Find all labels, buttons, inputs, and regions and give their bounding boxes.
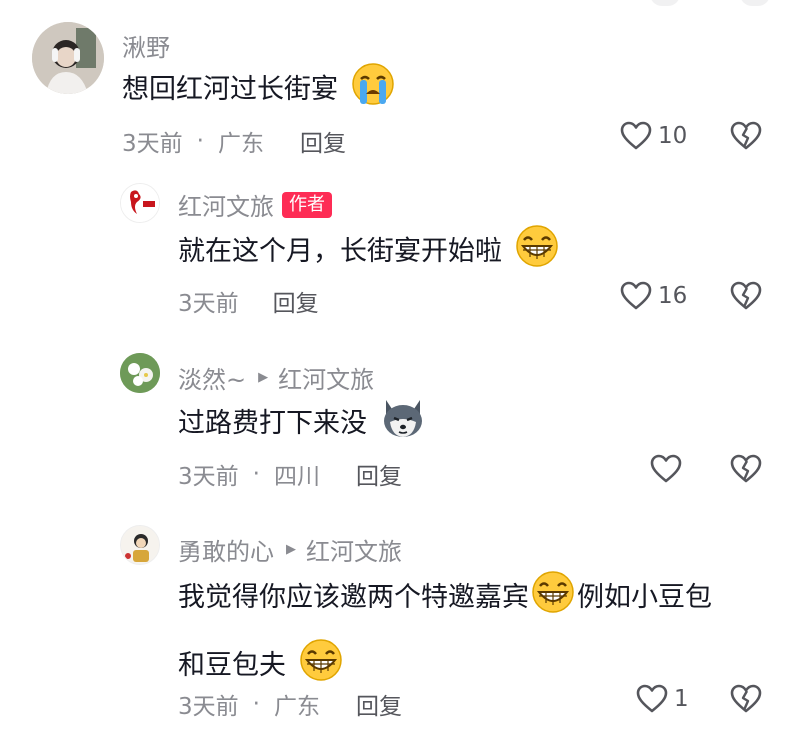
author-badge: 作者 [282,191,332,218]
comment-text: 想回红河过长街宴 [122,62,395,122]
comment-username: 红河文旅 作者 [178,187,332,222]
reply-button[interactable]: 回复 [300,124,346,158]
comment-text: 我觉得你应该邀两个特邀嘉宾 例如小豆包 和豆包夫 [178,570,778,698]
comment-time: 3天前 [178,694,239,720]
broken-heart-icon [730,684,762,713]
comment-text: 过路费打下来没 [178,396,426,456]
dislike-button[interactable] [730,121,762,155]
comment-location: 广东 [217,131,264,157]
reply-username[interactable]: 淡然~ [178,360,246,395]
crying-face-icon [351,62,395,122]
avatar[interactable] [120,183,160,223]
partial-top-button [650,0,680,6]
comment-text-body: 和豆包夫 [178,650,286,681]
like-button[interactable] [650,454,682,484]
honghe-logo-icon [121,184,159,222]
comment-meta: 3天前 回复 [178,284,319,318]
comment-meta: 3天前 · 广东 回复 [122,124,346,158]
like-count: 10 [658,123,688,149]
comment-meta: 3天前 · 广东 回复 [178,687,402,721]
cartoon-avatar-icon [121,526,159,564]
comment-text-body: 例如小豆包 [577,582,712,613]
husky-dog-face-icon [380,396,426,456]
comment-meta: 3天前 · 四川 回复 [178,457,402,491]
dislike-button[interactable] [730,281,762,315]
reply-username[interactable]: 红河文旅 [178,187,274,222]
heart-icon [620,121,652,150]
reply-button[interactable]: 回复 [273,284,319,318]
broken-heart-icon [730,454,762,483]
reply-arrow-icon: ▶ [286,542,296,557]
comment-text-line: 我觉得你应该邀两个特邀嘉宾 例如小豆包 [178,570,778,630]
reply-to-username[interactable]: 红河文旅 [278,360,374,395]
heart-icon [636,684,668,713]
comment-location: 广东 [273,694,320,720]
reply-button[interactable]: 回复 [356,687,402,721]
comment-time: 3天前 [122,131,183,157]
avatar[interactable] [120,353,160,393]
comment-username: 淡然~ ▶ 红河文旅 [178,360,374,395]
separator-dot: · [196,128,204,154]
like-count: 1 [674,686,689,712]
reply-arrow-icon: ▶ [258,370,269,385]
separator-dot: · [252,691,260,717]
reply-button[interactable]: 回复 [356,457,402,491]
dislike-button[interactable] [730,684,762,718]
dislike-button[interactable] [730,454,762,488]
flower-avatar-icon [120,353,160,393]
avatar-photo-icon [32,22,104,94]
like-count: 16 [658,283,688,309]
comment-text-body: 我觉得你应该邀两个特邀嘉宾 [178,582,529,613]
grinning-face-icon [515,224,559,284]
comment-username[interactable]: 湫野 [122,28,170,63]
broken-heart-icon [730,281,762,310]
like-button[interactable]: 10 [620,121,687,151]
avatar[interactable] [32,22,104,94]
grinning-face-icon [531,570,575,630]
like-button[interactable]: 16 [620,281,687,311]
comment-username: 勇敢的心 ▶ 红河文旅 [178,532,402,567]
comment-location: 四川 [273,464,320,490]
like-button[interactable]: 1 [636,684,689,714]
avatar[interactable] [120,525,160,565]
comment-time: 3天前 [178,291,239,317]
reply-username[interactable]: 勇敢的心 [178,532,274,567]
partial-top-button [740,0,770,6]
heart-icon [650,454,682,483]
comment-text-body: 想回红河过长街宴 [122,74,338,105]
comment-text-body: 过路费打下来没 [178,408,367,439]
separator-dot: · [252,461,260,487]
heart-icon [620,281,652,310]
comment-text: 就在这个月，长街宴开始啦 [178,224,559,284]
comment-time: 3天前 [178,464,239,490]
reply-to-username[interactable]: 红河文旅 [306,532,402,567]
comment-text-body: 就在这个月，长街宴开始啦 [178,236,502,267]
broken-heart-icon [730,121,762,150]
